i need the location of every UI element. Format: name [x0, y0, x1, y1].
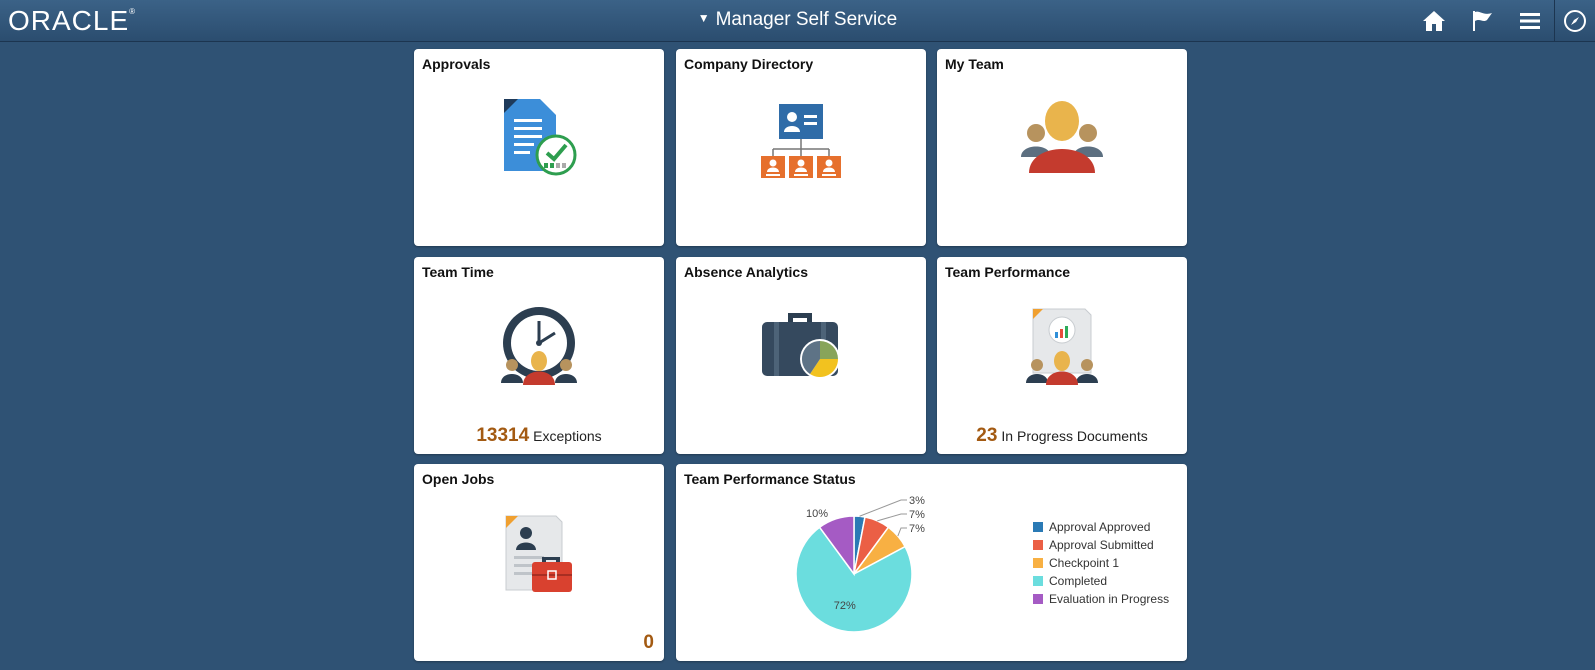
- count-label: Exceptions: [533, 428, 602, 444]
- legend-label-evaluation-in-progress[interactable]: Evaluation in Progress: [1049, 592, 1169, 606]
- legend-label-approval-submitted[interactable]: Approval Submitted: [1049, 538, 1154, 552]
- pie-label-approval-approved: 3%: [909, 495, 925, 507]
- org-chart-icon: [759, 104, 843, 185]
- legend-label-checkpoint-1[interactable]: Checkpoint 1: [1049, 556, 1119, 570]
- legend-label-approval-approved[interactable]: Approval Approved: [1049, 520, 1150, 534]
- job-posting-icon: [504, 514, 576, 601]
- tile-open-jobs[interactable]: Open Jobs 0: [414, 464, 664, 661]
- team-people-icon: [1021, 101, 1103, 182]
- legend-swatch-approval-submitted: [1033, 540, 1043, 550]
- tile-my-team[interactable]: My Team: [937, 49, 1187, 246]
- count-number: 23: [976, 425, 998, 446]
- legend-swatch-approval-approved: [1033, 522, 1043, 532]
- tile-title: My Team: [945, 56, 1004, 72]
- legend-swatch-completed: [1033, 576, 1043, 586]
- pie-leader-line: [897, 527, 907, 537]
- pie-leader-line: [877, 513, 907, 522]
- page-title[interactable]: ▼ Manager Self Service: [0, 9, 1595, 31]
- home-icon[interactable]: [1410, 0, 1458, 42]
- tile-team-performance[interactable]: Team Performance 23 In Progress Documents: [937, 257, 1187, 454]
- legend-swatch-checkpoint-1: [1033, 558, 1043, 568]
- caret-down-icon[interactable]: ▼: [698, 11, 710, 25]
- tile-team-performance-status[interactable]: Team Performance Status 3% 7% 7% 72% 10% Appr…: [676, 464, 1187, 661]
- tile-title: Company Directory: [684, 56, 814, 72]
- header-actions: [1410, 0, 1595, 42]
- clock-team-icon: [498, 305, 580, 392]
- tile-title: Open Jobs: [422, 471, 495, 487]
- tile-company-directory[interactable]: Company Directory: [676, 49, 926, 246]
- exceptions-count: 13314 Exceptions: [414, 425, 664, 447]
- in-progress-count: 23 In Progress Documents: [937, 425, 1187, 447]
- tile-approvals[interactable]: Approvals: [414, 49, 664, 246]
- count-label: In Progress Documents: [1001, 428, 1148, 444]
- pie-label-approval-submitted: 7%: [909, 509, 925, 521]
- tile-absence-analytics[interactable]: Absence Analytics: [676, 257, 926, 454]
- navigator-icon[interactable]: [1554, 0, 1595, 42]
- top-banner: ORACLE® ▼ Manager Self Service: [0, 0, 1595, 42]
- performance-document-icon: [1025, 307, 1099, 392]
- menu-icon[interactable]: [1506, 0, 1554, 42]
- pie-label-completed: 72%: [834, 600, 856, 612]
- approvals-document-icon: [500, 97, 578, 184]
- tile-title: Team Time: [422, 264, 494, 280]
- legend-label-completed[interactable]: Completed: [1049, 574, 1107, 588]
- open-jobs-count: 0: [643, 632, 654, 653]
- pie-label-evaluation-in-progress: 10%: [806, 508, 828, 520]
- performance-status-pie-chart[interactable]: 3% 7% 7% 72% 10% Approval Approved Approval Su…: [676, 464, 1187, 661]
- tile-team-time[interactable]: Team Time 13314 Exceptions: [414, 257, 664, 454]
- tile-title: Absence Analytics: [684, 264, 808, 280]
- briefcase-chart-icon: [762, 309, 842, 388]
- tile-title: Team Performance: [945, 264, 1071, 280]
- flag-icon[interactable]: [1458, 0, 1506, 42]
- count-number: 13314: [476, 425, 530, 446]
- page-title-text: Manager Self Service: [715, 9, 898, 30]
- tile-title: Approvals: [422, 56, 491, 72]
- pie-label-checkpoint-1: 7%: [909, 523, 925, 535]
- legend-swatch-evaluation-in-progress: [1033, 594, 1043, 604]
